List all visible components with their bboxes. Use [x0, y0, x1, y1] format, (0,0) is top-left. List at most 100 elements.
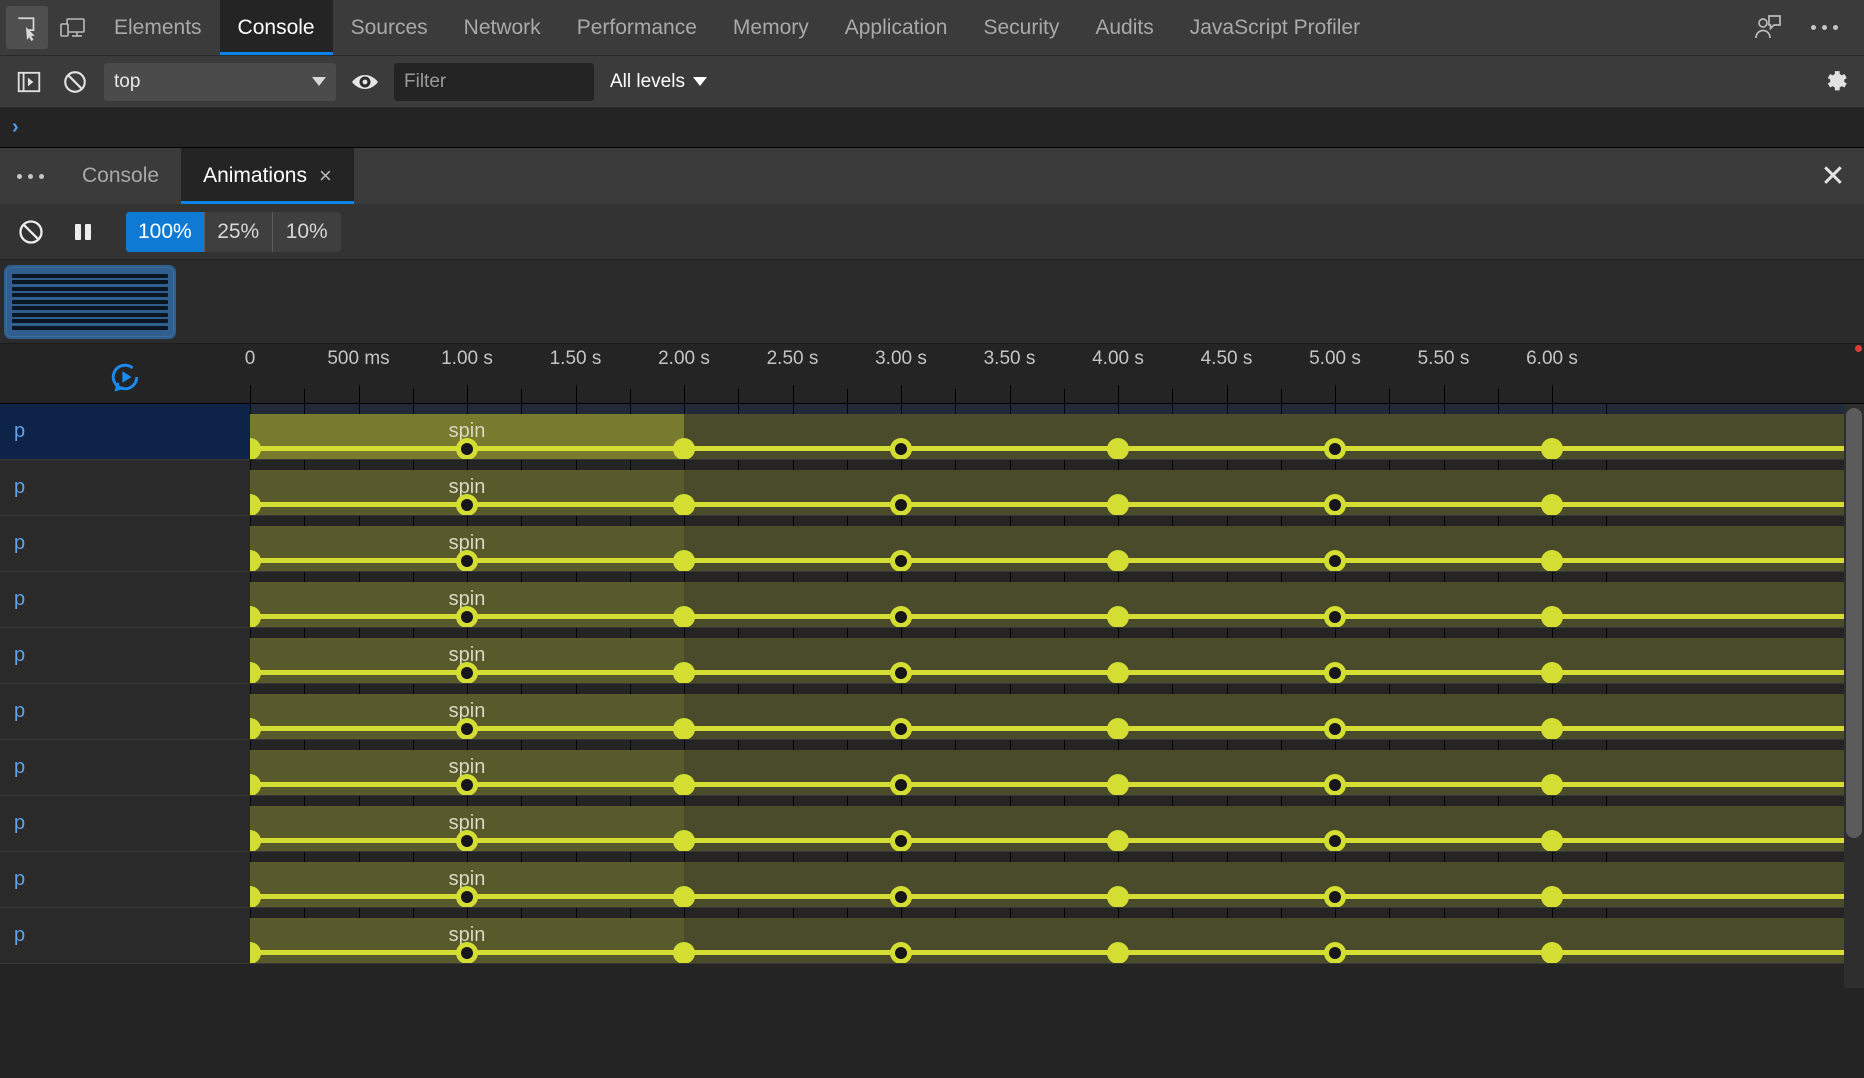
animation-keyframe-marker[interactable] [1107, 830, 1129, 851]
animation-row-label[interactable]: p [0, 460, 250, 515]
animation-row-track[interactable]: spin [250, 908, 1864, 963]
animation-keyframe-marker[interactable] [456, 494, 478, 515]
animation-keyframe-marker[interactable] [890, 942, 912, 963]
search-input[interactable] [394, 62, 594, 101]
animation-keyframe-marker[interactable] [456, 886, 478, 907]
animation-keyframe-marker[interactable] [1107, 494, 1129, 515]
animation-keyframe-marker[interactable] [1541, 438, 1563, 459]
live-expression-icon[interactable] [348, 65, 382, 99]
animation-keyframe-marker[interactable] [1541, 942, 1563, 963]
drawer-tab-animations[interactable]: Animations × [181, 148, 354, 204]
animation-row[interactable]: p spin [0, 852, 1864, 908]
animation-row-label[interactable]: p [0, 740, 250, 795]
animation-keyframe-marker[interactable] [1324, 494, 1346, 515]
animation-keyframe-marker[interactable] [890, 662, 912, 683]
gear-icon[interactable] [1818, 65, 1852, 99]
animation-keyframe-marker[interactable] [456, 606, 478, 627]
tab-elements[interactable]: Elements [96, 0, 220, 55]
animation-row[interactable]: p spin [0, 684, 1864, 740]
animation-keyframe-marker[interactable] [1107, 774, 1129, 795]
more-options-icon[interactable] [1798, 0, 1850, 56]
animation-row-track[interactable]: spin [250, 684, 1864, 739]
speed-button-25[interactable]: 25% [204, 211, 273, 252]
animation-row-label[interactable]: p [0, 796, 250, 851]
animation-keyframe-marker[interactable] [1107, 886, 1129, 907]
scrollbar-thumb[interactable] [1846, 408, 1862, 838]
animation-keyframe-marker[interactable] [1324, 606, 1346, 627]
animation-keyframe-marker[interactable] [890, 886, 912, 907]
animation-keyframe-marker[interactable] [456, 830, 478, 851]
animation-keyframe-marker[interactable] [1324, 718, 1346, 739]
animation-row-label[interactable]: p [0, 404, 250, 459]
animation-keyframe-marker[interactable] [890, 606, 912, 627]
animation-keyframe-marker[interactable] [456, 438, 478, 459]
animation-keyframe-marker[interactable] [1541, 494, 1563, 515]
animation-keyframe-marker[interactable] [1107, 550, 1129, 571]
animation-keyframe-marker[interactable] [1324, 662, 1346, 683]
tab-security[interactable]: Security [965, 0, 1077, 55]
animation-row-label[interactable]: p [0, 516, 250, 571]
tab-network[interactable]: Network [446, 0, 559, 55]
animation-row-track[interactable]: spin [250, 628, 1864, 683]
animation-keyframe-marker[interactable] [673, 886, 695, 907]
animation-row[interactable]: p spin [0, 460, 1864, 516]
animation-row-track[interactable]: spin [250, 740, 1864, 795]
console-prompt-line[interactable]: › [0, 108, 1864, 148]
animation-keyframe-marker[interactable] [673, 718, 695, 739]
animation-row[interactable]: p spin [0, 628, 1864, 684]
animation-keyframe-marker[interactable] [1107, 606, 1129, 627]
console-sidebar-icon[interactable] [12, 65, 46, 99]
animation-keyframe-marker[interactable] [1541, 774, 1563, 795]
tab-audits[interactable]: Audits [1077, 0, 1171, 55]
animation-keyframe-marker[interactable] [456, 942, 478, 963]
speed-button-10[interactable]: 10% [272, 211, 341, 252]
animation-row[interactable]: p spin [0, 740, 1864, 796]
animation-row-track[interactable]: spin [250, 516, 1864, 571]
animation-keyframe-marker[interactable] [1541, 550, 1563, 571]
animation-keyframe-marker[interactable] [673, 662, 695, 683]
animation-row-track[interactable]: spin [250, 404, 1864, 459]
animation-keyframe-marker[interactable] [890, 774, 912, 795]
animation-row[interactable]: p spin [0, 572, 1864, 628]
pause-animations-icon[interactable] [64, 213, 102, 251]
animation-keyframe-marker[interactable] [1541, 886, 1563, 907]
tab-memory[interactable]: Memory [715, 0, 827, 55]
animation-keyframe-marker[interactable] [1324, 886, 1346, 907]
animation-keyframe-marker[interactable] [673, 774, 695, 795]
animation-row-track[interactable]: spin [250, 796, 1864, 851]
animation-keyframe-marker[interactable] [673, 830, 695, 851]
timeline-ruler[interactable]: 0 500 ms 1.00 s 1.50 s 2.00 s 2.50 s 3.00 s 3.5… [0, 344, 1864, 404]
animation-keyframe-marker[interactable] [673, 494, 695, 515]
log-level-select[interactable]: All levels [610, 71, 707, 93]
speed-button-100[interactable]: 100% [126, 211, 205, 252]
inspect-element-icon[interactable] [6, 6, 48, 49]
animation-row-label[interactable]: p [0, 908, 250, 963]
animation-keyframe-marker[interactable] [673, 942, 695, 963]
animation-keyframe-marker[interactable] [1324, 438, 1346, 459]
animation-keyframe-marker[interactable] [1107, 942, 1129, 963]
animation-group-preview[interactable] [4, 264, 176, 339]
animation-keyframe-marker[interactable] [1541, 606, 1563, 627]
animation-keyframe-marker[interactable] [1324, 830, 1346, 851]
tab-javascript-profiler[interactable]: JavaScript Profiler [1172, 0, 1378, 55]
animation-keyframe-marker[interactable] [890, 494, 912, 515]
animation-keyframe-marker[interactable] [1324, 774, 1346, 795]
animation-row[interactable]: p spin [0, 796, 1864, 852]
animation-keyframe-marker[interactable] [890, 438, 912, 459]
replay-button[interactable] [0, 344, 250, 403]
clear-all-animations-icon[interactable] [12, 213, 50, 251]
animation-keyframe-marker[interactable] [1541, 718, 1563, 739]
device-toolbar-icon[interactable] [50, 0, 96, 55]
animation-keyframe-marker[interactable] [456, 774, 478, 795]
animation-keyframe-marker[interactable] [673, 550, 695, 571]
animation-keyframe-marker[interactable] [1324, 942, 1346, 963]
animation-keyframe-marker[interactable] [673, 438, 695, 459]
tab-sources[interactable]: Sources [333, 0, 446, 55]
animation-keyframe-marker[interactable] [1107, 438, 1129, 459]
animation-keyframe-marker[interactable] [1107, 662, 1129, 683]
vertical-scrollbar[interactable] [1844, 404, 1864, 988]
close-drawer-icon[interactable]: ✕ [1802, 148, 1864, 204]
animation-keyframe-marker[interactable] [890, 718, 912, 739]
animation-row[interactable]: p spin [0, 404, 1864, 460]
animation-row-track[interactable]: spin [250, 572, 1864, 627]
